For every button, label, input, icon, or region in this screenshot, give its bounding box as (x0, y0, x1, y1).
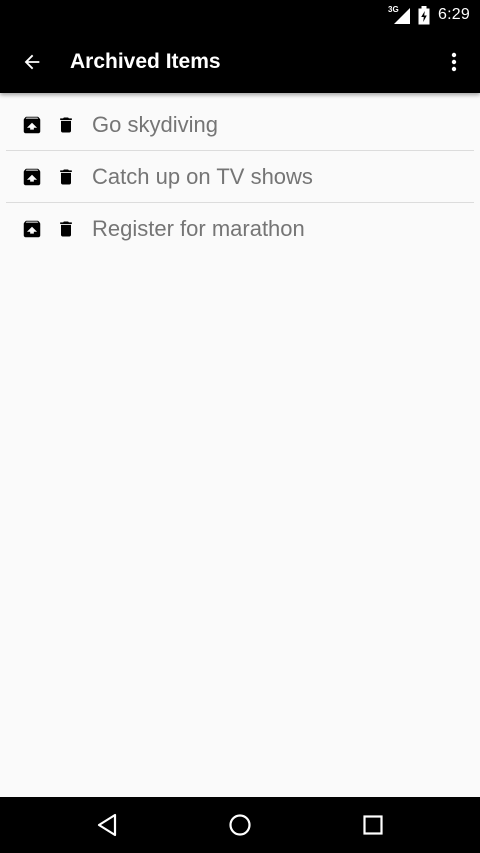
delete-button[interactable] (50, 105, 82, 145)
circle-home-icon (229, 814, 251, 836)
signal-icon (394, 8, 411, 24)
nav-recents-button[interactable] (341, 801, 405, 849)
unarchive-icon (23, 116, 41, 133)
navigation-bar (0, 797, 480, 853)
unarchive-icon (23, 168, 41, 185)
list-item: Go skydiving (6, 99, 474, 151)
back-button[interactable] (8, 38, 56, 86)
overflow-menu-button[interactable] (434, 38, 474, 86)
item-text: Catch up on TV shows (92, 163, 313, 189)
list-item: Register for marathon (6, 203, 474, 255)
square-recents-icon (363, 815, 383, 835)
archived-list: Go skydiving Catch up on TV shows Regist… (6, 99, 474, 255)
arrow-left-icon (24, 54, 40, 69)
trash-icon (60, 221, 72, 237)
more-vert-icon (451, 52, 457, 71)
delete-button[interactable] (50, 209, 82, 249)
screen: 3G 6:29 Archived Items Go skydiving Catc… (0, 0, 480, 853)
page-title: Archived Items (70, 49, 221, 73)
delete-button[interactable] (50, 157, 82, 197)
cell-signal: 3G (388, 5, 411, 25)
unarchive-button[interactable] (16, 105, 48, 145)
trash-icon (60, 117, 72, 132)
trash-icon (60, 169, 72, 184)
nav-back-button[interactable] (75, 801, 139, 849)
list-item: Catch up on TV shows (6, 151, 474, 203)
unarchive-button[interactable] (16, 157, 48, 197)
item-text: Register for marathon (92, 216, 305, 241)
nav-home-button[interactable] (208, 801, 272, 849)
status-bar: 3G 6:29 (0, 0, 480, 30)
status-time: 6:29 (438, 6, 470, 23)
triangle-back-icon (97, 813, 116, 837)
item-text: Go skydiving (92, 111, 218, 137)
battery-icon (418, 5, 430, 25)
unarchive-icon (23, 220, 41, 238)
unarchive-button[interactable] (16, 209, 48, 249)
app-bar: Archived Items (0, 30, 480, 93)
